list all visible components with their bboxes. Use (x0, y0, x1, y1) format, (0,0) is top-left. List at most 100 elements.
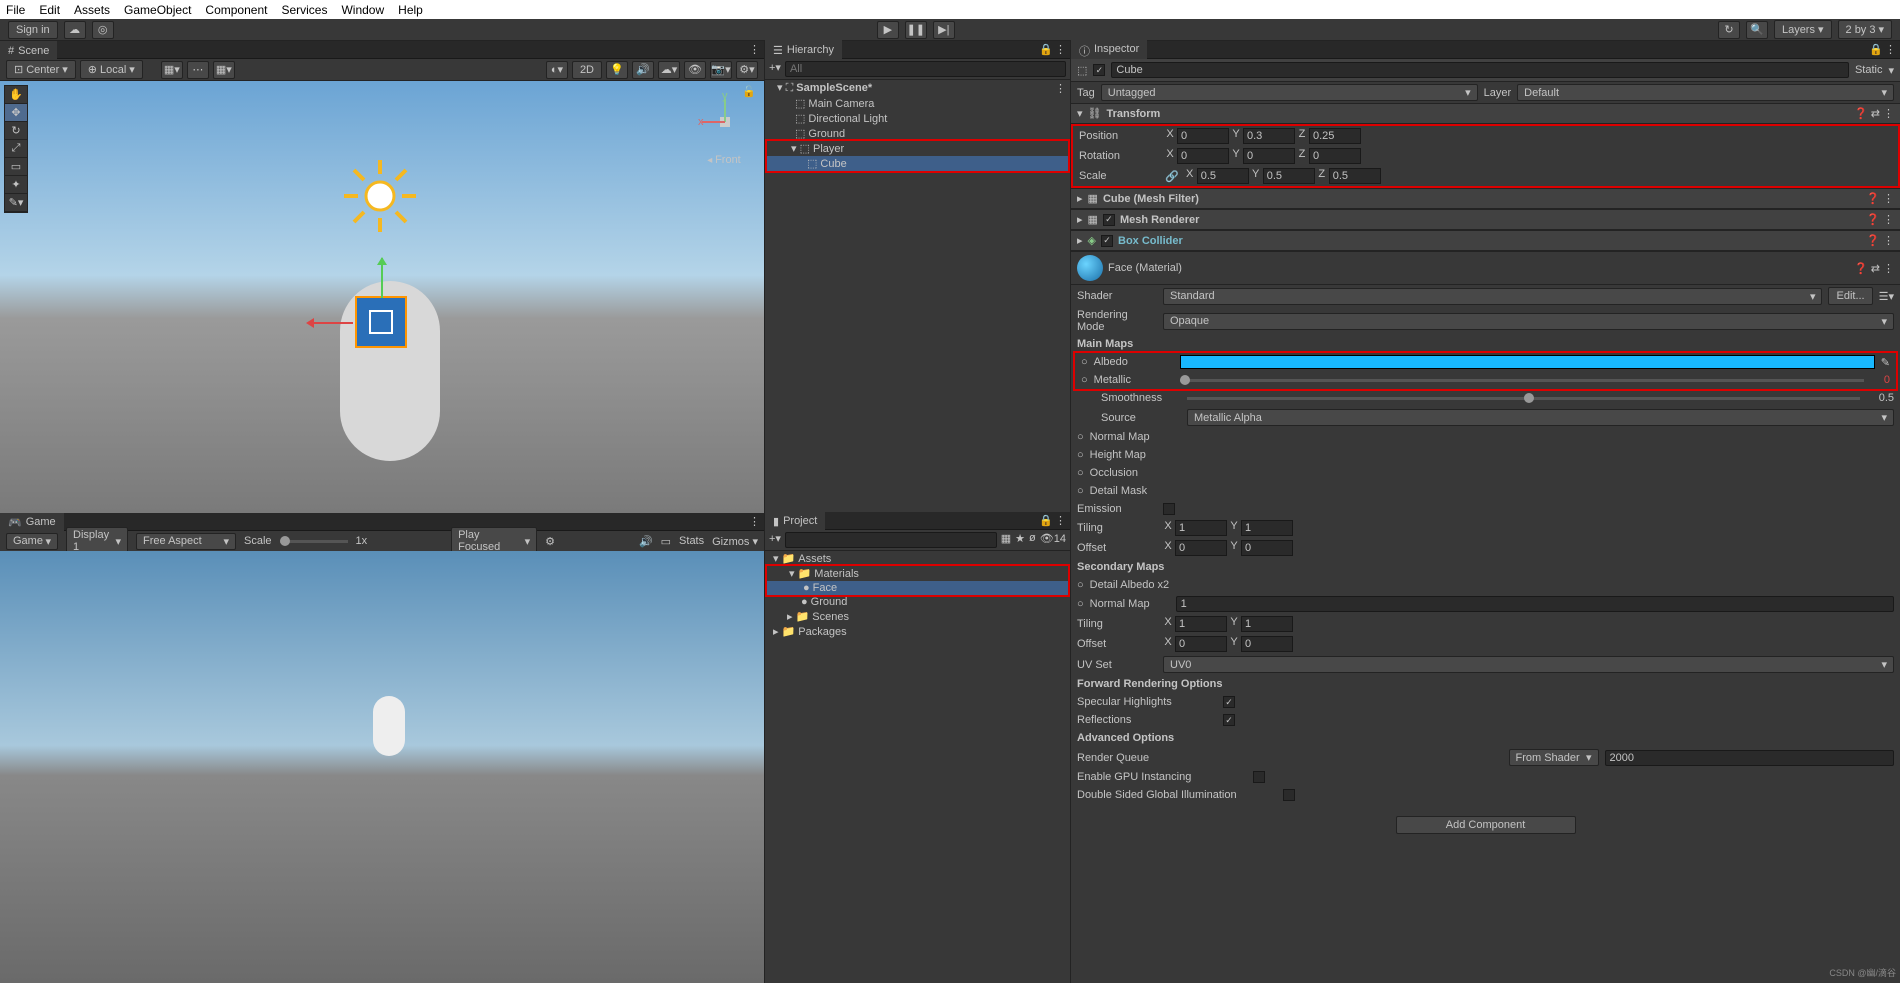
mode-2d[interactable]: 2D (572, 61, 602, 79)
add-component-button[interactable]: Add Component (1396, 816, 1576, 834)
search-icon[interactable]: 🔍 (1746, 21, 1768, 39)
scene-tab[interactable]: #Scene (0, 41, 57, 59)
rot-x[interactable] (1177, 148, 1229, 164)
rotate-tool[interactable]: ↻ (5, 122, 27, 140)
local-dropdown[interactable]: ⊕Local▾ (80, 60, 143, 79)
menu-edit[interactable]: Edit (39, 3, 60, 17)
inspector-tab[interactable]: ⓘInspector (1071, 39, 1147, 61)
stats-toggle[interactable]: Stats (679, 535, 704, 547)
panel-menu-icon[interactable]: ⋮ (749, 515, 760, 528)
scale-slider[interactable] (280, 540, 348, 543)
ground-material[interactable]: ● Ground (765, 595, 1070, 609)
mute-icon[interactable]: 🔊 (639, 535, 653, 548)
grid-snap-icon[interactable]: ▦▾ (161, 61, 183, 79)
vsync-icon[interactable]: ▭ (661, 535, 671, 548)
pos-z[interactable] (1309, 128, 1361, 144)
tex-slot-icon[interactable]: ○ (1077, 485, 1084, 497)
specular-checkbox[interactable]: ✓ (1223, 696, 1235, 708)
rot-z[interactable] (1309, 148, 1361, 164)
menu-gameobject[interactable]: GameObject (124, 3, 191, 17)
layers-dropdown[interactable]: Layers ▾ (1774, 20, 1832, 39)
link-icon[interactable]: 🔗 (1165, 170, 1179, 183)
custom-tool[interactable]: ✎▾ (5, 194, 27, 212)
gizmo-display-icon[interactable]: ⚙ (545, 535, 555, 548)
fx-icon[interactable]: ☁▾ (658, 61, 680, 79)
move-tool[interactable]: ✥ (5, 104, 27, 122)
tex-slot-icon[interactable]: ○ (1077, 598, 1084, 610)
boxcollider-header[interactable]: ▸ ◈ ✓ Box Collider❓ ⋮ (1071, 230, 1900, 251)
cube-selected[interactable] (355, 296, 407, 348)
offset-x[interactable] (1175, 540, 1227, 556)
hierarchy-item-cube[interactable]: ⬚ Cube (767, 156, 1068, 171)
static-dropdown[interactable]: ▾ (1888, 64, 1894, 77)
packages-folder[interactable]: ▸ 📁 Packages (765, 624, 1070, 639)
tiling2-x[interactable] (1175, 616, 1227, 632)
transform-tool[interactable]: ✦ (5, 176, 27, 194)
menu-component[interactable]: Component (205, 3, 267, 17)
menu-help[interactable]: Help (398, 3, 423, 17)
play-button[interactable]: ▶ (877, 21, 899, 39)
gpu-instancing-checkbox[interactable] (1253, 771, 1265, 783)
tiling-x[interactable] (1175, 520, 1227, 536)
tex-slot-icon[interactable]: ○ (1077, 431, 1084, 443)
hierarchy-item-camera[interactable]: ⬚ Main Camera (765, 96, 1070, 111)
edit-button[interactable]: Edit... (1828, 287, 1872, 305)
camera-icon[interactable]: 📷▾ (710, 61, 732, 79)
hierarchy-search[interactable] (785, 61, 1066, 77)
hierarchy-item-light[interactable]: ⬚ Directional Light (765, 111, 1070, 126)
layer-dropdown[interactable]: Default▾ (1517, 84, 1894, 101)
active-checkbox[interactable]: ✓ (1093, 64, 1105, 76)
material-header[interactable]: Face (Material)❓ ⇄ ⋮ (1071, 251, 1900, 285)
pivot-dropdown[interactable]: ⊡Center▾ (6, 60, 76, 79)
signin-button[interactable]: Sign in (8, 21, 58, 39)
render-mode-dropdown[interactable]: Opaque▾ (1163, 313, 1894, 330)
create-dropdown[interactable]: +▾ (769, 532, 781, 548)
undo-history-icon[interactable]: ↻ (1718, 21, 1740, 39)
project-search[interactable] (785, 532, 997, 548)
pos-x[interactable] (1177, 128, 1229, 144)
transform-header[interactable]: ▾ ⛓ Transform❓ ⇄ ⋮ (1071, 103, 1900, 124)
lock-icon[interactable]: 🔒 (1869, 43, 1883, 56)
lock-icon[interactable]: 🔒 (1039, 514, 1053, 527)
lock-icon[interactable]: 🔓 (742, 85, 756, 98)
rot-y[interactable] (1243, 148, 1295, 164)
tex-slot-icon[interactable]: ○ (1077, 467, 1084, 479)
game-tab[interactable]: 🎮Game (0, 512, 64, 531)
reflections-checkbox[interactable]: ✓ (1223, 714, 1235, 726)
orientation-gizmo[interactable]: xy ◂ Front (694, 91, 754, 166)
panel-menu-icon[interactable]: ⋮ (1885, 43, 1896, 56)
tiling2-y[interactable] (1241, 616, 1293, 632)
scale-tool[interactable]: ⤢ (5, 140, 27, 158)
gizmos-toggle[interactable]: Gizmos ▾ (712, 535, 758, 548)
lock-icon[interactable]: 🔒 (1039, 43, 1053, 56)
face-material[interactable]: ● Face (767, 581, 1068, 595)
audio-icon[interactable]: 🔊 (632, 61, 654, 79)
tag-dropdown[interactable]: Untagged▾ (1101, 84, 1478, 101)
hand-tool[interactable]: ✋ (5, 86, 27, 104)
scl-y[interactable] (1263, 168, 1315, 184)
pause-button[interactable]: ❚❚ (905, 21, 927, 39)
menu-services[interactable]: Services (281, 3, 327, 17)
scl-x[interactable] (1197, 168, 1249, 184)
cloud-icon[interactable]: ☁ (64, 21, 86, 39)
meshfilter-header[interactable]: ▸ ▦ Cube (Mesh Filter)❓ ⋮ (1071, 188, 1900, 209)
hidden-icon[interactable]: 👁 (684, 61, 706, 79)
grid-icon[interactable]: ▦▾ (213, 61, 235, 79)
draw-mode-icon[interactable]: ◐▾ (546, 61, 568, 79)
shader-dropdown[interactable]: Standard▾ (1163, 288, 1822, 305)
pos-y[interactable] (1243, 128, 1295, 144)
double-sided-checkbox[interactable] (1283, 789, 1295, 801)
hierarchy-item-ground[interactable]: ⬚ Ground (765, 126, 1070, 141)
hierarchy-tab[interactable]: ☰Hierarchy (765, 40, 842, 59)
game-dropdown[interactable]: Game▾ (6, 533, 58, 550)
scl-z[interactable] (1329, 168, 1381, 184)
albedo-color[interactable] (1180, 355, 1875, 369)
offset2-x[interactable] (1175, 636, 1227, 652)
normalmap2-value[interactable] (1176, 596, 1894, 612)
queue-dropdown[interactable]: From Shader▾ (1509, 749, 1599, 766)
menu-window[interactable]: Window (341, 3, 384, 17)
uvset-dropdown[interactable]: UV0▾ (1163, 656, 1894, 673)
tiling-y[interactable] (1241, 520, 1293, 536)
filter-icon[interactable]: ▦ (1001, 532, 1011, 548)
tex-slot-icon[interactable]: ○ (1081, 356, 1088, 368)
